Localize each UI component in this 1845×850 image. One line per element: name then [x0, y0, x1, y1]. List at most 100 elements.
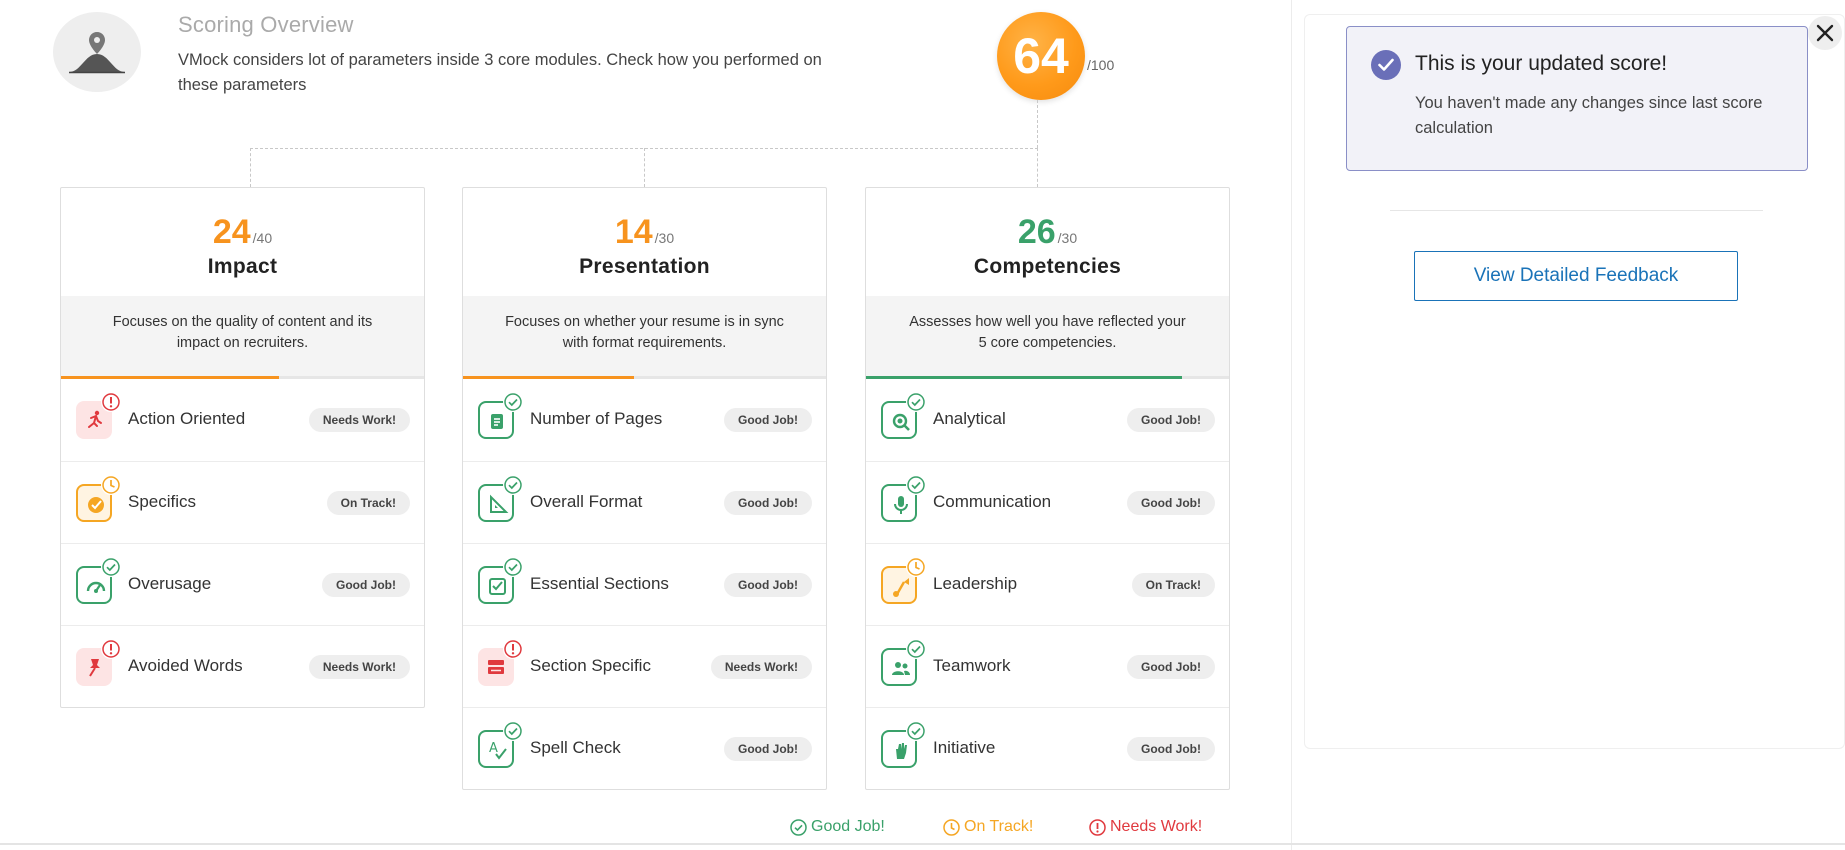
divider — [1390, 210, 1763, 211]
needs-work-icon — [503, 639, 523, 659]
good-job-icon — [906, 639, 926, 659]
view-detailed-feedback-button[interactable]: View Detailed Feedback — [1414, 251, 1738, 301]
close-icon — [1816, 24, 1834, 42]
notice-message: You haven't made any changes since last … — [1415, 94, 1763, 137]
status-badge: Good Job! — [724, 491, 812, 515]
parameter-row[interactable]: Avoided Words Needs Work! — [61, 625, 424, 707]
module-name: Impact — [207, 255, 278, 278]
parameter-label: Action Oriented — [128, 409, 246, 428]
tree-connector — [1037, 148, 1038, 187]
module-description: Assesses how well you have reflected you… — [866, 296, 1229, 376]
good-job-icon — [906, 392, 926, 412]
parameter-label: Spell Check — [530, 738, 621, 757]
parameter-row[interactable]: Communication Good Job! — [866, 461, 1229, 543]
status-badge: Good Job! — [1127, 737, 1215, 761]
module-score-max: /30 — [654, 230, 675, 246]
close-button[interactable] — [1808, 16, 1842, 50]
total-score-max: /100 — [1087, 57, 1115, 73]
parameter-label: Overall Format — [530, 492, 643, 511]
tree-connector — [1037, 100, 1038, 148]
status-badge: Good Job! — [724, 737, 812, 761]
parameter-row[interactable]: Overusage Good Job! — [61, 543, 424, 625]
legend-needs-work-label: Needs Work! — [1110, 818, 1203, 835]
needs-work-icon — [101, 639, 121, 659]
parameter-list: Analytical Good Job! Communication Good Job… — [866, 379, 1229, 789]
parameter-label: Number of Pages — [530, 409, 663, 428]
needs-work-icon — [101, 392, 121, 412]
bell-curve-pin-icon — [53, 12, 141, 92]
parameter-row[interactable]: Specifics On Track! — [61, 461, 424, 543]
total-score-badge: 64 — [997, 12, 1085, 100]
module-description: Focuses on the quality of content and it… — [61, 296, 424, 376]
module-score: 26/30 — [866, 188, 1229, 251]
parameter-row[interactable]: Analytical Good Job! — [866, 379, 1229, 461]
good-job-icon — [503, 392, 523, 412]
good-job-icon — [503, 475, 523, 495]
tree-connector — [644, 148, 645, 187]
status-badge: On Track! — [326, 491, 410, 515]
needs-work-icon — [1089, 818, 1106, 836]
module-score-max: /30 — [1057, 230, 1078, 246]
parameter-label: Essential Sections — [530, 574, 669, 593]
parameter-row[interactable]: Number of Pages Good Job! — [463, 379, 826, 461]
parameter-label: Avoided Words — [128, 656, 243, 675]
page-title: Scoring Overview — [178, 12, 354, 37]
check-icon — [1371, 50, 1401, 80]
module-card-presentation: 14/30 Presentation Focuses on whether your… — [462, 187, 827, 790]
updated-score-notice: This is your updated score! You haven't … — [1346, 26, 1808, 171]
status-badge: Needs Work! — [308, 655, 410, 679]
parameter-label: Initiative — [933, 738, 996, 757]
parameter-list: Action Oriented Needs Work! Specifics On Tr… — [61, 379, 424, 707]
parameter-label: Analytical — [933, 409, 1006, 428]
legend-on-track-label: On Track! — [964, 818, 1034, 835]
status-badge: Good Job! — [1127, 655, 1215, 679]
status-badge: Good Job! — [1127, 491, 1215, 515]
parameter-row[interactable]: Action Oriented Needs Work! — [61, 379, 424, 461]
legend-good-job: Good Job! — [790, 818, 885, 836]
tree-connector — [250, 148, 251, 187]
module-score-value: 24 — [212, 213, 251, 251]
parameter-row[interactable]: Leadership On Track! — [866, 543, 1229, 625]
parameter-row[interactable]: Initiative Good Job! — [866, 707, 1229, 789]
page-description: VMock considers lot of parameters inside… — [178, 51, 822, 94]
legend-on-track: On Track! — [943, 818, 1033, 836]
module-description: Focuses on whether your resume is in syn… — [463, 296, 826, 376]
on-track-icon — [943, 818, 960, 836]
parameter-row[interactable]: Teamwork Good Job! — [866, 625, 1229, 707]
good-job-icon — [101, 557, 121, 577]
status-badge: Good Job! — [724, 408, 812, 432]
module-score: 24/40 — [61, 188, 424, 251]
parameter-label: Communication — [933, 492, 1052, 511]
parameter-label: Section Specific — [530, 656, 651, 675]
pane-divider — [1291, 0, 1292, 850]
status-badge: Needs Work! — [710, 655, 812, 679]
parameter-row[interactable]: Overall Format Good Job! — [463, 461, 826, 543]
module-name: Presentation — [579, 255, 710, 278]
good-job-icon — [906, 721, 926, 741]
good-job-icon — [906, 475, 926, 495]
parameter-row[interactable]: Section Specific Needs Work! — [463, 625, 826, 707]
module-score: 14/30 — [463, 188, 826, 251]
parameter-row[interactable]: A Spell Check Good Job! — [463, 707, 826, 789]
bottom-border — [0, 843, 1845, 845]
module-name: Competencies — [973, 255, 1122, 278]
module-score-value: 14 — [614, 213, 653, 251]
good-job-icon — [503, 557, 523, 577]
parameter-label: Specifics — [128, 492, 197, 511]
good-job-icon — [790, 818, 807, 836]
good-job-icon — [503, 721, 523, 741]
parameter-row[interactable]: Essential Sections Good Job! — [463, 543, 826, 625]
legend-good-job-label: Good Job! — [811, 818, 885, 835]
status-badge: Good Job! — [322, 573, 410, 597]
status-badge: Good Job! — [724, 573, 812, 597]
parameter-list: Number of Pages Good Job! Overall Format Go… — [463, 379, 826, 789]
module-score-value: 26 — [1017, 213, 1056, 251]
module-card-impact: 24/40 Impact Focuses on the quality of con… — [60, 187, 425, 708]
status-badge: Good Job! — [1127, 408, 1215, 432]
parameter-label: Overusage — [128, 574, 212, 593]
parameter-label: Teamwork — [933, 656, 1011, 675]
status-badge: On Track! — [1131, 573, 1215, 597]
status-badge: Needs Work! — [308, 408, 410, 432]
legend-needs-work: Needs Work! — [1089, 818, 1202, 836]
scoring-overview-pane: Scoring Overview VMock considers lot of … — [0, 0, 1290, 850]
